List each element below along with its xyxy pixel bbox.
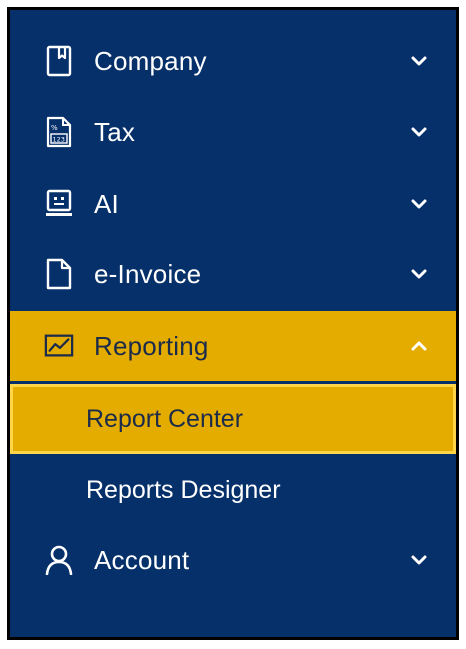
submenu-item-reports-designer[interactable]: Reports Designer xyxy=(10,456,456,524)
svg-text:%: % xyxy=(51,124,58,132)
submenu-item-report-center[interactable]: Report Center xyxy=(10,384,456,454)
menu-item-ai[interactable]: AI xyxy=(10,170,456,238)
menu-item-label: e-Invoice xyxy=(94,258,202,289)
menu-item-label: Account xyxy=(94,544,190,575)
line-chart-icon xyxy=(44,329,74,363)
chevron-down-icon[interactable] xyxy=(410,195,428,213)
menu-item-e-invoice[interactable]: e-Invoice xyxy=(10,240,456,308)
chevron-up-icon[interactable] xyxy=(410,337,428,355)
chevron-down-icon[interactable] xyxy=(410,52,428,70)
sidebar-menu: Company % 123 Tax AI e-Invoice Reporting… xyxy=(10,10,456,637)
tax-form-icon: % 123 xyxy=(44,115,74,149)
chevron-down-icon[interactable] xyxy=(410,265,428,283)
menu-item-reporting[interactable]: Reporting xyxy=(10,311,456,381)
sidebar-frame: Company % 123 Tax AI e-Invoice Reporting… xyxy=(7,7,459,640)
user-icon xyxy=(44,543,74,577)
chevron-down-icon[interactable] xyxy=(410,551,428,569)
menu-item-label: Company xyxy=(94,45,207,76)
svg-text:123: 123 xyxy=(53,136,65,144)
submenu-item-label: Reports Designer xyxy=(86,475,281,504)
document-icon xyxy=(44,257,74,291)
menu-item-label: Tax xyxy=(94,116,136,147)
menu-item-company[interactable]: Company xyxy=(10,27,456,95)
menu-item-tax[interactable]: % 123 Tax xyxy=(10,98,456,166)
bookmark-book-icon xyxy=(44,44,74,78)
menu-item-label: AI xyxy=(94,188,119,219)
chevron-down-icon[interactable] xyxy=(410,123,428,141)
menu-item-account[interactable]: Account xyxy=(10,526,456,594)
menu-item-label: Reporting xyxy=(94,330,209,361)
submenu-item-label: Report Center xyxy=(86,404,244,433)
robot-screen-icon xyxy=(44,187,74,221)
